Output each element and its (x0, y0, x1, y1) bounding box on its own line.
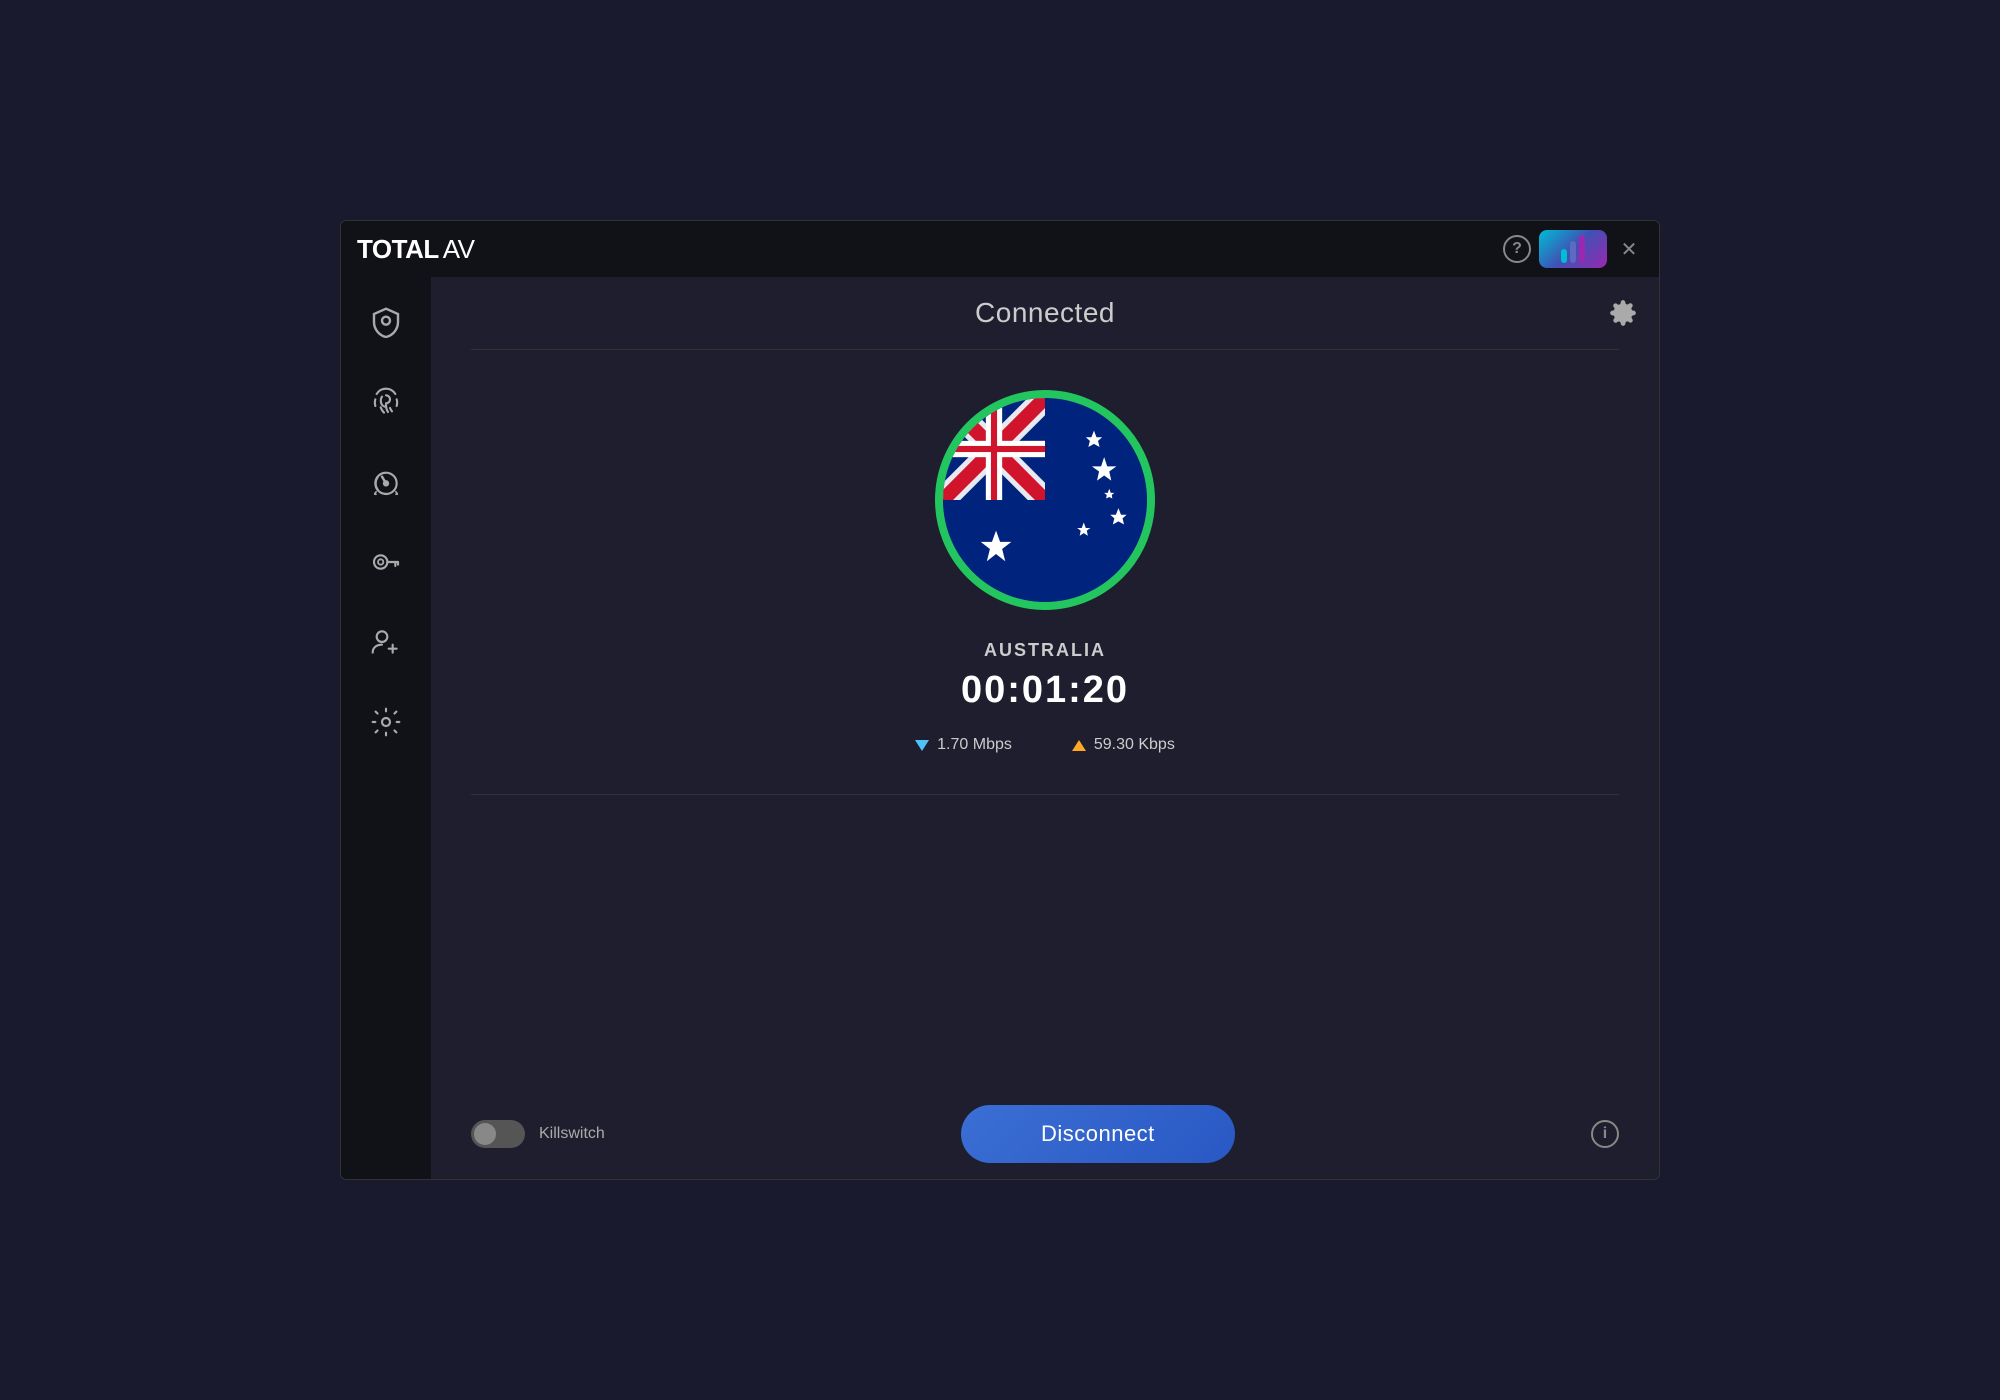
australia-flag-svg (943, 398, 1147, 602)
sidebar-item-refer[interactable] (361, 617, 411, 667)
connected-status: Connected (975, 297, 1115, 329)
sidebar-item-password-vault[interactable] (361, 537, 411, 587)
disconnect-button[interactable]: Disconnect (961, 1105, 1235, 1163)
gear-icon (1609, 299, 1637, 327)
speedometer-icon (370, 466, 402, 498)
country-flag-circle (935, 390, 1155, 610)
logo-total: TOTAL (357, 234, 439, 265)
logo-av: AV (443, 234, 475, 265)
bottom-bar: Killswitch Disconnect i (431, 1089, 1659, 1179)
upload-speed: 59.30 Kbps (1072, 736, 1175, 754)
country-name: AUSTRALIA (984, 640, 1106, 661)
key-icon (370, 546, 402, 578)
sidebar-item-settings[interactable] (361, 697, 411, 747)
settings-gear-button[interactable] (1605, 295, 1641, 331)
shield-icon (370, 306, 402, 338)
app-switcher-button[interactable] (1539, 230, 1607, 268)
app-window: TOTAL AV ? ✕ (340, 220, 1660, 1180)
settings-sidebar-icon (370, 706, 402, 738)
main-area: Connected (341, 277, 1659, 1179)
killswitch-area: Killswitch (471, 1120, 605, 1148)
bottom-divider (471, 794, 1619, 795)
download-speed: 1.70 Mbps (915, 736, 1012, 754)
fingerprint-icon (370, 386, 402, 418)
download-speed-value: 1.70 Mbps (937, 736, 1012, 754)
content-panel: Connected (431, 277, 1659, 1179)
vpn-content: Connected (431, 277, 1659, 1089)
speed-indicators: 1.70 Mbps 59.30 Kbps (915, 736, 1175, 754)
disconnect-area: Disconnect (605, 1105, 1591, 1163)
upload-speed-value: 59.30 Kbps (1094, 736, 1175, 754)
title-bar-controls: ? ✕ (1503, 230, 1643, 268)
upload-arrow-icon (1072, 740, 1086, 751)
killswitch-label: Killswitch (539, 1125, 605, 1143)
bar3 (1579, 235, 1585, 263)
info-button[interactable]: i (1591, 1120, 1619, 1148)
sidebar-item-shield[interactable] (361, 297, 411, 347)
top-divider (471, 349, 1619, 350)
sidebar-item-safe-browsing[interactable] (361, 377, 411, 427)
bar1 (1561, 249, 1567, 263)
sidebar (341, 277, 431, 1179)
killswitch-toggle[interactable] (471, 1120, 525, 1148)
connection-timer: 00:01:20 (961, 669, 1129, 712)
switcher-bars-icon (1561, 235, 1585, 263)
bar2 (1570, 241, 1576, 263)
download-arrow-icon (915, 740, 929, 751)
toggle-knob (474, 1123, 496, 1145)
sidebar-item-speedometer[interactable] (361, 457, 411, 507)
title-bar: TOTAL AV ? ✕ (341, 221, 1659, 277)
help-button[interactable]: ? (1503, 235, 1531, 263)
close-button[interactable]: ✕ (1615, 235, 1643, 263)
add-user-icon (370, 626, 402, 658)
app-logo: TOTAL AV (357, 234, 475, 265)
